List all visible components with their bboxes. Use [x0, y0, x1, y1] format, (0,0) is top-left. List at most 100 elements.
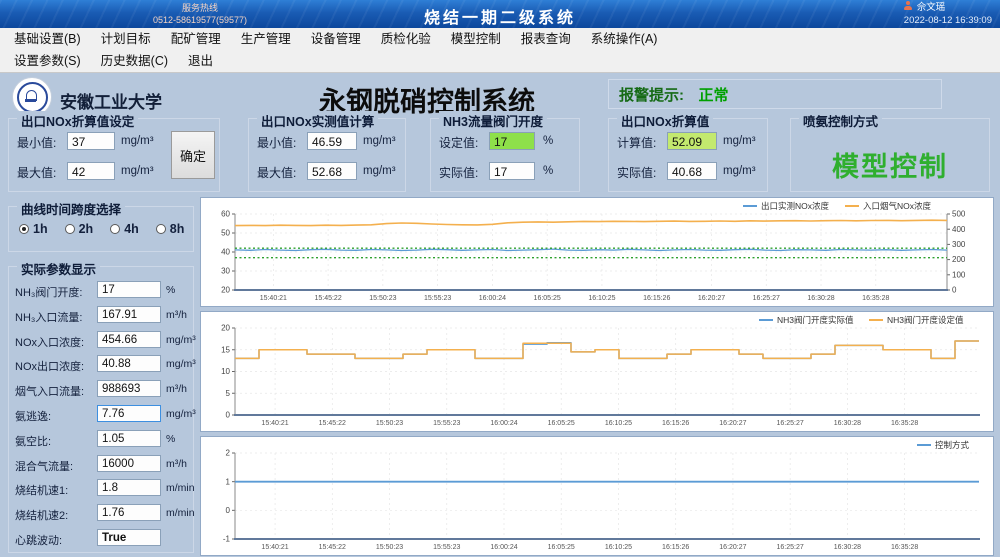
svg-text:16:20:27: 16:20:27 [719, 420, 746, 427]
hotline-number: 0512-58619577(59577) [120, 14, 280, 26]
param-field[interactable]: 454.66 [97, 331, 161, 348]
menu-item-3[interactable]: 配矿管理 [161, 28, 231, 50]
panel-title: 喷氨控制方式 [799, 111, 882, 130]
svg-text:16:00:24: 16:00:24 [479, 295, 506, 302]
param-unit: mg/m³ [166, 334, 196, 346]
menu-bar: 基础设置(B)计划目标配矿管理生产管理设备管理质检化验模型控制报表查询系统操作(… [0, 28, 1000, 73]
nh3-valve-set-field[interactable]: 17 [489, 132, 535, 150]
param-field[interactable]: 167.91 [97, 306, 161, 323]
svg-text:15:45:22: 15:45:22 [314, 295, 341, 302]
title-bar: 服务热线 0512-58619577(59577) 烧结一期二级系统 佘文瑶 2… [0, 0, 1000, 28]
panel-nox-converted: 出口NOx折算值 计算值: 52.09 mg/m³ 实际值: 40.68 mg/… [608, 118, 768, 192]
svg-text:16:10:25: 16:10:25 [588, 295, 615, 302]
param-field[interactable]: 1.8 [97, 479, 161, 496]
max-label: 最大值: [17, 164, 56, 181]
svg-text:0: 0 [226, 506, 231, 515]
param-unit: m/min [166, 482, 195, 494]
svg-text:300: 300 [952, 240, 966, 249]
svg-text:16:15:26: 16:15:26 [662, 544, 689, 551]
svg-text:16:25:27: 16:25:27 [753, 295, 780, 302]
menu-item-7[interactable]: 模型控制 [441, 28, 511, 50]
timespan-option-1h[interactable]: 1h [19, 222, 48, 236]
param-row: 混合气流量:16000m³/h [9, 453, 193, 478]
chart-nox-trend: 6050403020500400300200100015:40:2115:45:… [200, 197, 994, 307]
param-field[interactable]: 17 [97, 281, 161, 298]
svg-text:0: 0 [226, 411, 231, 420]
menu-item-5[interactable]: 设备管理 [301, 28, 371, 50]
menu-sub-item-2[interactable]: 历史数据(C) [91, 50, 178, 72]
param-field[interactable]: 40.88 [97, 355, 161, 372]
svg-text:15:50:23: 15:50:23 [369, 295, 396, 302]
param-unit: % [166, 284, 175, 296]
nox-setting-max-input[interactable]: 42 [67, 162, 115, 180]
param-field[interactable]: 7.76 [97, 405, 161, 422]
param-row: 烟气入口流量:988693m³/h [9, 378, 193, 403]
svg-text:16:00:24: 16:00:24 [490, 420, 517, 427]
menu-row-1: 基础设置(B)计划目标配矿管理生产管理设备管理质检化验模型控制报表查询系统操作(… [0, 28, 1000, 50]
param-label: NOx入口浓度: [15, 334, 84, 350]
timespan-option-8h[interactable]: 8h [156, 222, 185, 236]
menu-item-8[interactable]: 报表查询 [511, 28, 581, 50]
param-unit: m³/h [166, 309, 187, 321]
confirm-button[interactable]: 确定 [171, 131, 215, 179]
svg-text:入口烟气NOx浓度: 入口烟气NOx浓度 [863, 201, 932, 211]
svg-text:16:05:25: 16:05:25 [548, 420, 575, 427]
svg-text:控制方式: 控制方式 [935, 440, 970, 450]
svg-text:15:40:21: 15:40:21 [261, 420, 288, 427]
nox-setting-min-input[interactable]: 37 [67, 132, 115, 150]
menu-item-9[interactable]: 系统操作(A) [581, 28, 668, 50]
param-label: 氨空比: [15, 433, 51, 449]
param-field[interactable]: 1.76 [97, 504, 161, 521]
svg-text:NH3阀门开度实际值: NH3阀门开度实际值 [777, 315, 854, 325]
menu-sub-item-3[interactable]: 退出 [178, 50, 223, 72]
nox-converted-actual-field[interactable]: 40.68 [667, 162, 717, 180]
svg-text:出口实测NOx浓度: 出口实测NOx浓度 [761, 201, 830, 211]
param-field[interactable]: 16000 [97, 455, 161, 472]
min-label: 最小值: [257, 134, 296, 151]
panel-title: 出口NOx折算值 [617, 111, 713, 130]
svg-text:1: 1 [226, 477, 231, 486]
chart-nh3-valve-trend: 2015105015:40:2115:45:2215:50:2315:55:23… [200, 311, 994, 432]
nox-trend-plot: 6050403020500400300200100015:40:2115:45:… [201, 198, 993, 306]
svg-text:16:35:28: 16:35:28 [891, 420, 918, 427]
svg-text:15:55:23: 15:55:23 [433, 420, 460, 427]
param-label: 烟气入口流量: [15, 383, 84, 399]
panel-params: 实际参数显示 NH₃阀门开度:17%NH₃入口流量:167.91m³/hNOx入… [8, 266, 194, 553]
panel-timespan: 曲线时间跨度选择 1h2h4h8h [8, 206, 194, 252]
svg-text:16:10:25: 16:10:25 [605, 544, 632, 551]
svg-text:2: 2 [226, 449, 231, 458]
radio-icon [19, 224, 29, 234]
param-label: 混合气流量: [15, 458, 73, 474]
radio-label: 4h [124, 222, 139, 236]
alarm-status: 正常 [698, 87, 728, 104]
radio-label: 2h [79, 222, 94, 236]
param-label: 氨逃逸: [15, 408, 51, 424]
menu-item-4[interactable]: 生产管理 [231, 28, 301, 50]
param-field[interactable]: 988693 [97, 380, 161, 397]
nox-converted-calc-field[interactable]: 52.09 [667, 132, 717, 150]
menu-item-1[interactable]: 基础设置(B) [4, 28, 91, 50]
menu-item-6[interactable]: 质检化验 [371, 28, 441, 50]
param-field[interactable]: True [97, 529, 161, 546]
nox-measured-min-field[interactable]: 46.59 [307, 132, 357, 150]
svg-text:15: 15 [221, 345, 230, 354]
svg-text:20: 20 [221, 324, 230, 333]
nh3-valve-actual-field[interactable]: 17 [489, 162, 535, 180]
param-label: 心跳波动: [15, 532, 62, 548]
svg-text:200: 200 [952, 255, 966, 264]
timespan-option-2h[interactable]: 2h [65, 222, 94, 236]
param-list: NH₃阀门开度:17%NH₃入口流量:167.91m³/hNOx入口浓度:454… [9, 279, 193, 552]
calc-label: 计算值: [617, 134, 656, 151]
svg-text:5: 5 [226, 389, 231, 398]
param-field[interactable]: 1.05 [97, 430, 161, 447]
svg-text:16:30:28: 16:30:28 [834, 420, 861, 427]
timespan-option-4h[interactable]: 4h [110, 222, 139, 236]
unit-label: mg/m³ [723, 165, 756, 177]
control-mode-plot: 210-115:40:2115:45:2215:50:2315:55:2316:… [201, 437, 993, 555]
svg-text:40: 40 [221, 248, 230, 257]
user-info: 佘文瑶 2022-08-12 16:39:09 [904, 1, 992, 27]
menu-item-2[interactable]: 计划目标 [91, 28, 161, 50]
svg-text:15:55:23: 15:55:23 [424, 295, 451, 302]
menu-sub-item-1[interactable]: 设置参数(S) [4, 50, 91, 72]
nox-measured-max-field[interactable]: 52.68 [307, 162, 357, 180]
